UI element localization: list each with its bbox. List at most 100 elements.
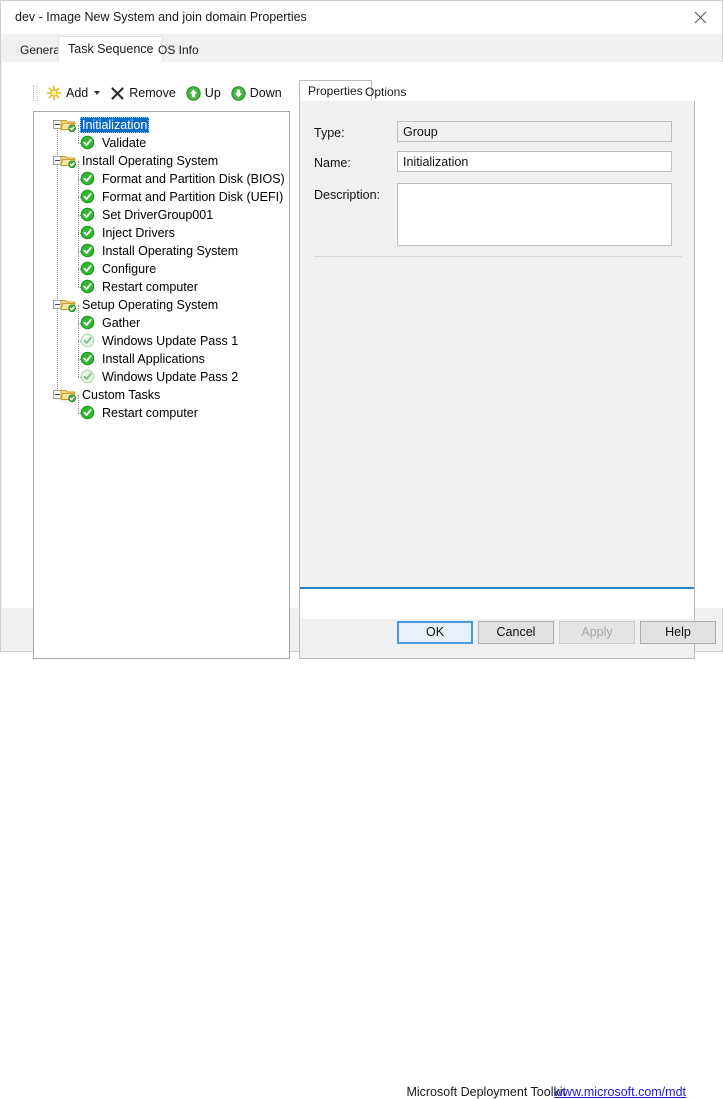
task-sequence-page: Add Remove Up Down Initialization Valida… <box>2 62 723 1099</box>
tree-group-node[interactable]: Initialization <box>34 116 289 134</box>
folder-icon <box>60 387 76 403</box>
up-button[interactable]: Up <box>184 82 226 104</box>
remove-x-icon <box>111 86 124 100</box>
tab-options[interactable]: Options <box>357 82 414 102</box>
task-sequence-tree: Initialization Validate Install Operating … <box>34 112 289 422</box>
help-button[interactable]: Help <box>640 621 716 644</box>
tree-node-label: Validate <box>102 136 147 150</box>
step-check-icon <box>80 315 95 330</box>
tree-step-node[interactable]: Configure <box>34 260 289 278</box>
sequence-toolbar: Add Remove Up Down <box>33 82 290 104</box>
ok-button[interactable]: OK <box>397 621 473 644</box>
step-check-icon <box>80 225 96 241</box>
step-check-icon <box>80 369 95 384</box>
step-check-icon <box>80 261 95 276</box>
close-glyph <box>694 11 706 23</box>
tree-group-node[interactable]: Custom Tasks <box>34 386 289 404</box>
tree-node-label: Initialization <box>80 117 150 133</box>
name-label: Name: <box>314 156 351 170</box>
section-divider <box>314 256 682 257</box>
tree-step-node[interactable]: Windows Update Pass 1 <box>34 332 289 350</box>
step-check-icon <box>80 135 95 150</box>
step-check-icon <box>80 189 96 205</box>
step-check-icon <box>80 225 95 240</box>
add-label: Add <box>66 86 89 100</box>
tree-step-node[interactable]: Install Applications <box>34 350 289 368</box>
step-check-icon <box>80 315 96 331</box>
step-check-icon <box>80 405 96 421</box>
tree-step-node[interactable]: Set DriverGroup001 <box>34 206 289 224</box>
task-sequence-tree-panel[interactable]: Initialization Validate Install Operating … <box>33 111 290 659</box>
window-title: dev - Image New System and join domain P… <box>15 10 307 24</box>
tree-node-label: Windows Update Pass 2 <box>102 370 239 384</box>
tree-node-label: Install Operating System <box>102 244 239 258</box>
tree-step-node[interactable]: Format and Partition Disk (UEFI) <box>34 188 289 206</box>
step-check-icon <box>80 207 95 222</box>
tree-step-node[interactable]: Validate <box>34 134 289 152</box>
name-field[interactable] <box>397 151 672 172</box>
add-star-icon <box>46 85 62 101</box>
step-check-icon <box>80 171 95 186</box>
tree-node-label: Gather <box>102 316 141 330</box>
down-button[interactable]: Down <box>229 82 287 104</box>
step-check-icon <box>80 333 95 348</box>
step-check-icon <box>80 243 96 259</box>
toolbar-grip[interactable] <box>33 85 38 101</box>
tree-node-label: Format and Partition Disk (BIOS) <box>102 172 285 186</box>
remove-button[interactable]: Remove <box>108 82 181 104</box>
folder-icon <box>60 297 76 313</box>
step-check-icon <box>80 207 96 223</box>
step-check-icon <box>80 351 96 367</box>
step-check-icon <box>80 279 96 295</box>
title-bar: dev - Image New System and join domain P… <box>1 1 722 34</box>
tree-node-label: Windows Update Pass 1 <box>102 334 239 348</box>
close-icon[interactable] <box>678 1 722 33</box>
step-check-icon <box>80 279 95 294</box>
folder-icon <box>60 117 76 133</box>
folder-icon <box>60 300 76 313</box>
mdt-website-link[interactable]: www.microsoft.com/mdt <box>554 1085 686 1099</box>
tab-task-sequence[interactable]: Task Sequence <box>58 36 164 62</box>
cancel-button[interactable]: Cancel <box>478 621 554 644</box>
branding-text: Microsoft Deployment Toolkit <box>406 1085 566 1099</box>
tree-node-label: Inject Drivers <box>102 226 175 240</box>
main-tab-strip: General Task Sequence OS Info <box>1 34 722 62</box>
tree-node-label: Set DriverGroup001 <box>102 208 214 222</box>
tree-node-label: Setup Operating System <box>82 298 219 312</box>
folder-icon <box>60 120 76 133</box>
chevron-down-icon[interactable] <box>94 91 101 95</box>
tree-step-node[interactable]: Format and Partition Disk (BIOS) <box>34 170 289 188</box>
arrow-down-circle-icon <box>231 85 246 101</box>
down-label: Down <box>249 86 282 100</box>
tree-group-node[interactable]: Setup Operating System <box>34 296 289 314</box>
tree-node-label: Format and Partition Disk (UEFI) <box>102 190 284 204</box>
tree-node-label: Restart computer <box>102 406 198 420</box>
step-check-icon <box>80 261 96 277</box>
tree-step-node[interactable]: Restart computer <box>34 404 289 422</box>
tree-step-node[interactable]: Inject Drivers <box>34 224 289 242</box>
description-label: Description: <box>314 188 380 202</box>
step-check-icon <box>80 189 95 204</box>
folder-icon <box>60 153 76 169</box>
properties-tab-strip: Properties Options <box>299 80 695 102</box>
tab-os-info[interactable]: OS Info <box>149 39 208 62</box>
step-check-icon <box>80 369 96 385</box>
tree-step-node[interactable]: Windows Update Pass 2 <box>34 368 289 386</box>
step-check-icon <box>80 351 95 366</box>
properties-tab-page: Type: Name: Description: Microsoft Deplo… <box>299 101 695 1099</box>
tree-group-node[interactable]: Install Operating System <box>34 152 289 170</box>
tree-step-node[interactable]: Install Operating System <box>34 242 289 260</box>
type-field <box>397 121 672 142</box>
step-check-icon <box>80 333 96 349</box>
step-properties-pane: Properties Options Type: Name: Descripti… <box>299 80 695 1099</box>
type-label: Type: <box>314 126 345 140</box>
dialog-button-bar: OK Cancel Apply Help <box>1 608 723 653</box>
arrow-up-circle-icon <box>186 85 201 101</box>
add-button[interactable]: Add <box>44 82 105 104</box>
tree-step-node[interactable]: Gather <box>34 314 289 332</box>
description-field[interactable] <box>397 183 672 246</box>
tree-node-label: Install Operating System <box>82 154 219 168</box>
step-check-icon <box>80 243 95 258</box>
tree-step-node[interactable]: Restart computer <box>34 278 289 296</box>
step-check-icon <box>80 171 96 187</box>
